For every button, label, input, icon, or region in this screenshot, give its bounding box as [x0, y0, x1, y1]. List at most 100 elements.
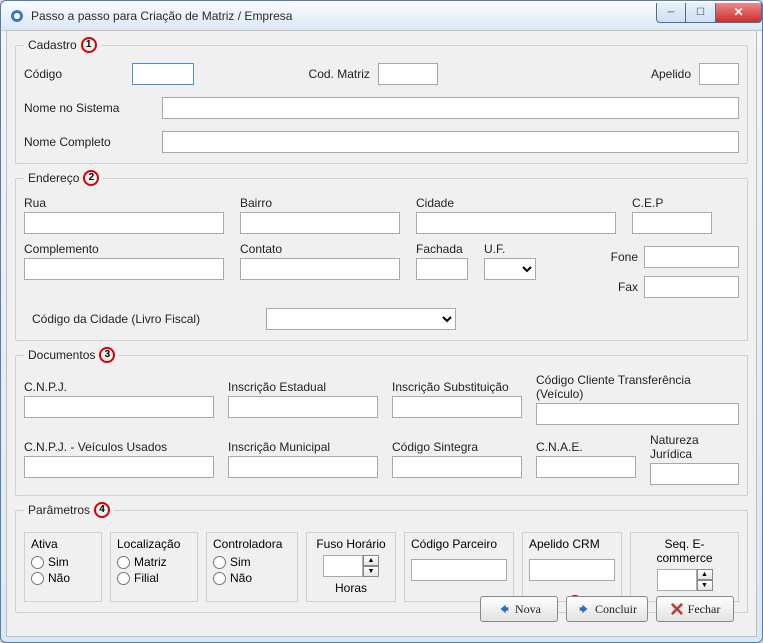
im-input[interactable]: [228, 456, 378, 478]
cnae-input[interactable]: [536, 456, 636, 478]
codigo-input[interactable]: [132, 63, 194, 85]
legend-parametros-text: Parâmetros: [28, 503, 90, 517]
fone-input[interactable]: [644, 246, 739, 268]
legend-endereco-text: Endereço: [28, 171, 79, 185]
natjur-input[interactable]: [650, 463, 739, 485]
local-filial-radio[interactable]: [117, 572, 130, 585]
group-endereco: Endereço 2 Rua Bairro Cidade C.E.P Compl…: [15, 170, 748, 341]
sub-seq: Seq. E-commerce ▲▼: [630, 532, 739, 602]
arrow-left-icon: [497, 602, 511, 616]
client-area: Cadastro 1 Código Cod. Matriz Apelido No…: [6, 30, 757, 637]
ctrl-nao-row[interactable]: Não: [213, 571, 291, 585]
step-3-marker: 3: [99, 347, 115, 363]
cct-input[interactable]: [536, 403, 739, 425]
crm-input[interactable]: [529, 559, 615, 581]
fuso-spinner[interactable]: ▲▼: [313, 555, 389, 577]
nome-sistema-input[interactable]: [162, 97, 739, 119]
fechar-button[interactable]: Fechar: [656, 596, 734, 622]
minimize-button[interactable]: ─: [656, 3, 686, 23]
sub-crm: Apelido CRM: [522, 532, 622, 602]
legend-cadastro-text: Cadastro: [28, 38, 77, 52]
maximize-button[interactable]: ☐: [686, 3, 716, 23]
window-title: Passo a passo para Criação de Matriz / E…: [31, 9, 656, 23]
sub-parceiro: Código Parceiro: [404, 532, 514, 602]
fax-input[interactable]: [644, 276, 739, 298]
seq-up-button[interactable]: ▲: [697, 569, 713, 580]
ativa-sim-row[interactable]: Sim: [31, 555, 95, 569]
footer: 5 Nova Concluir Fechar: [17, 598, 746, 630]
codigo-cidade-select[interactable]: [266, 308, 456, 330]
fuso-up-button[interactable]: ▲: [363, 555, 379, 566]
cod-matriz-input[interactable]: [378, 63, 438, 85]
parceiro-input[interactable]: [411, 559, 507, 581]
fachada-input[interactable]: [416, 258, 468, 280]
seq-spinner[interactable]: ▲▼: [637, 569, 732, 591]
cep-input[interactable]: [632, 212, 712, 234]
uf-select[interactable]: [484, 258, 536, 280]
fuso-input[interactable]: [323, 555, 363, 577]
natjur-label: Natureza Jurídica: [650, 433, 739, 461]
seq-title: Seq. E-commerce: [637, 537, 732, 565]
seq-down-button[interactable]: ▼: [697, 580, 713, 591]
legend-cadastro: Cadastro 1: [24, 37, 101, 53]
fuso-title: Fuso Horário: [313, 537, 389, 551]
ativa-sim-radio[interactable]: [31, 556, 44, 569]
ativa-nao-label: Não: [48, 571, 70, 585]
ctrl-nao-radio[interactable]: [213, 572, 226, 585]
group-documentos: Documentos 3 C.N.P.J. Inscrição Estadual…: [15, 347, 748, 496]
step-1-marker: 1: [81, 37, 97, 53]
cnae-label: C.N.A.E.: [536, 440, 636, 454]
sintegra-input[interactable]: [392, 456, 522, 478]
ctrl-sim-row[interactable]: Sim: [213, 555, 291, 569]
contato-label: Contato: [240, 242, 400, 256]
legend-endereco: Endereço 2: [24, 170, 103, 186]
close-button[interactable]: ✕: [716, 3, 762, 23]
fax-label: Fax: [618, 280, 638, 294]
cidade-input[interactable]: [416, 212, 616, 234]
x-icon: [670, 602, 684, 616]
ativa-title: Ativa: [31, 537, 95, 551]
legend-documentos: Documentos 3: [24, 347, 119, 363]
fuso-down-button[interactable]: ▼: [363, 566, 379, 577]
rua-input[interactable]: [24, 212, 224, 234]
concluir-label: Concluir: [595, 602, 637, 617]
seq-input[interactable]: [657, 569, 697, 591]
group-cadastro: Cadastro 1 Código Cod. Matriz Apelido No…: [15, 37, 748, 164]
fechar-label: Fechar: [688, 602, 721, 617]
cidade-label: Cidade: [416, 196, 616, 210]
legend-parametros: Parâmetros 4: [24, 502, 114, 518]
cep-label: C.E.P: [632, 196, 712, 210]
local-matriz-row[interactable]: Matriz: [117, 555, 191, 569]
cnpj-usados-input[interactable]: [24, 456, 214, 478]
app-window: Passo a passo para Criação de Matriz / E…: [0, 0, 763, 643]
isub-label: Inscrição Substituição: [392, 380, 522, 394]
sub-fuso: Fuso Horário ▲▼ Horas: [306, 532, 396, 602]
ctrl-title: Controladora: [213, 537, 291, 551]
codigo-label: Código: [24, 67, 124, 81]
ativa-nao-radio[interactable]: [31, 572, 44, 585]
contato-input[interactable]: [240, 258, 400, 280]
bairro-input[interactable]: [240, 212, 400, 234]
nome-completo-input[interactable]: [162, 131, 739, 153]
fone-label: Fone: [611, 250, 638, 264]
ativa-sim-label: Sim: [48, 555, 69, 569]
local-filial-row[interactable]: Filial: [117, 571, 191, 585]
ie-input[interactable]: [228, 396, 378, 418]
ctrl-sim-radio[interactable]: [213, 556, 226, 569]
cod-matriz-label: Cod. Matriz: [309, 67, 370, 81]
cnpj-label: C.N.P.J.: [24, 380, 214, 394]
complemento-label: Complemento: [24, 242, 224, 256]
cnpj-input[interactable]: [24, 396, 214, 418]
nova-button[interactable]: Nova: [480, 596, 558, 622]
ativa-nao-row[interactable]: Não: [31, 571, 95, 585]
app-icon: [9, 8, 25, 24]
apelido-input[interactable]: [699, 63, 739, 85]
local-matriz-label: Matriz: [134, 555, 167, 569]
complemento-input[interactable]: [24, 258, 224, 280]
concluir-button[interactable]: Concluir: [566, 596, 648, 622]
local-matriz-radio[interactable]: [117, 556, 130, 569]
titlebar: Passo a passo para Criação de Matriz / E…: [1, 1, 762, 31]
fachada-label: Fachada: [416, 242, 468, 256]
arrow-right-icon: [577, 602, 591, 616]
isub-input[interactable]: [392, 396, 522, 418]
